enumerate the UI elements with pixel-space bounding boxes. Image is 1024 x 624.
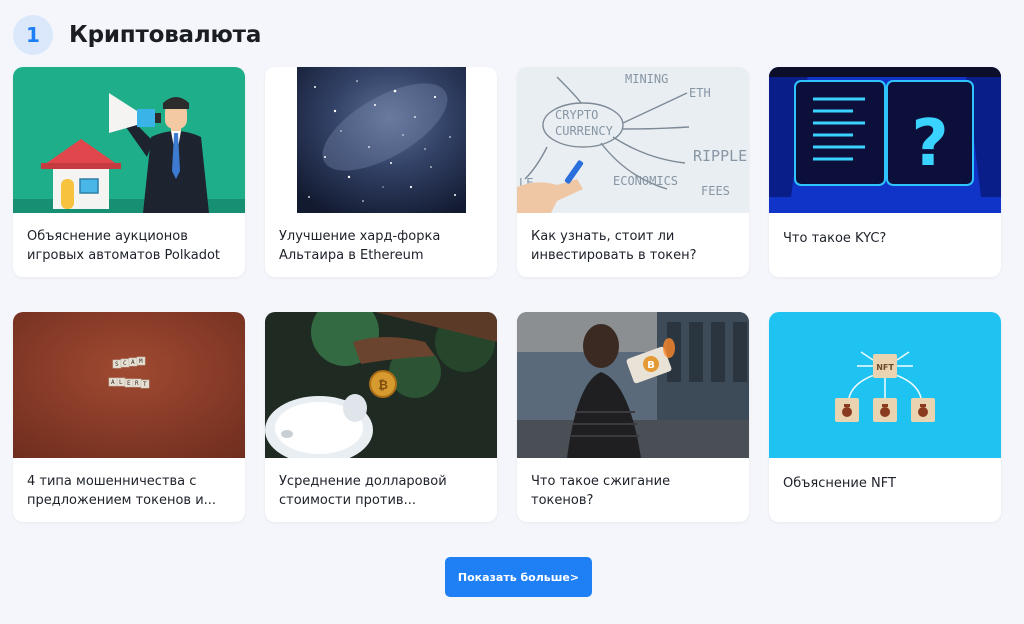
article-title[interactable]: Что такое KYC?: [769, 213, 1001, 265]
svg-text:CRYPTO: CRYPTO: [555, 108, 598, 122]
svg-text:NFT: NFT: [876, 363, 894, 372]
article-card[interactable]: B Что такое сжигание токенов?: [517, 312, 749, 522]
svg-text:T: T: [143, 381, 147, 388]
crypto-whiteboard-image: CRYPTO CURRENCY MINING ETH RIPPLE ECONOM…: [517, 67, 749, 213]
article-title[interactable]: Усреднение долларовой стоимости против..…: [265, 458, 497, 510]
burning-bitcoin-image: B: [517, 312, 749, 458]
svg-text:S: S: [115, 361, 119, 368]
kyc-question-image: ?: [769, 67, 1001, 213]
svg-text:M: M: [139, 358, 143, 365]
svg-text:A: A: [111, 379, 115, 386]
section-number-badge: 1: [13, 15, 53, 55]
svg-text:R: R: [135, 380, 139, 387]
article-card[interactable]: SCAM ALERT 4 типа мошенничества с предло…: [13, 312, 245, 522]
svg-text:RIPPLE: RIPPLE: [693, 147, 747, 165]
article-card[interactable]: CRYPTO CURRENCY MINING ETH RIPPLE ECONOM…: [517, 67, 749, 277]
article-title[interactable]: Что такое сжигание токенов?: [517, 458, 749, 510]
article-title[interactable]: Улучшение хард-форка Альтаира в Ethereum: [265, 213, 497, 265]
section-header: 1 Криптовалюта: [13, 15, 261, 55]
article-card[interactable]: Улучшение хард-форка Альтаира в Ethereum: [265, 67, 497, 277]
svg-text:E: E: [127, 380, 131, 387]
svg-text:ETH: ETH: [689, 86, 711, 100]
article-title[interactable]: Как узнать, стоит ли инвестировать в ток…: [517, 213, 749, 265]
megaphone-businessman-image: [13, 67, 245, 213]
article-card[interactable]: ₿ Усреднение долларовой стоимости против…: [265, 312, 497, 522]
article-card[interactable]: Объяснение аукционов игровых автоматов P…: [13, 67, 245, 277]
article-card[interactable]: ? Что такое KYC?: [769, 67, 1001, 277]
article-title[interactable]: Объяснение аукционов игровых автоматов P…: [13, 213, 245, 265]
nft-blocks-image: NFT: [769, 312, 1001, 458]
svg-text:?: ?: [911, 107, 948, 181]
svg-text:L: L: [119, 379, 123, 386]
article-title[interactable]: 4 типа мошенничества с предложением токе…: [13, 458, 245, 510]
scam-alert-image: SCAM ALERT: [13, 312, 245, 458]
svg-text:₿: ₿: [378, 378, 388, 392]
svg-text:MINING: MINING: [625, 72, 668, 86]
svg-text:ECONOMICS: ECONOMICS: [613, 174, 678, 188]
article-title[interactable]: Объяснение NFT: [769, 458, 1001, 510]
show-more-button[interactable]: Показать больше>: [445, 557, 592, 597]
article-grid: Объяснение аукционов игровых автоматов P…: [13, 67, 1001, 522]
svg-text:A: A: [131, 359, 135, 366]
svg-text:B: B: [647, 360, 655, 371]
section-title: Криптовалюта: [69, 22, 262, 48]
article-card[interactable]: NFT Объяснение NFT: [769, 312, 1001, 522]
svg-text:CURRENCY: CURRENCY: [555, 124, 614, 138]
svg-text:FEES: FEES: [701, 184, 730, 198]
piggy-bank-coin-image: ₿: [265, 312, 497, 458]
svg-text:C: C: [123, 360, 127, 367]
starry-sky-image: [265, 67, 497, 213]
